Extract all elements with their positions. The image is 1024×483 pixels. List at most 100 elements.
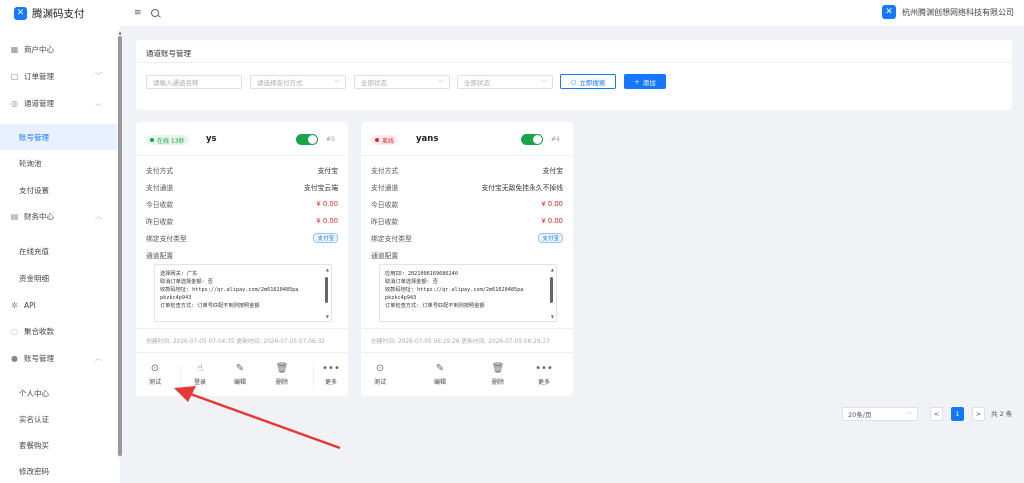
sidebar-item-label: API [24, 300, 36, 310]
scroll-down-icon[interactable]: ▼ [551, 314, 554, 319]
action-label: 编辑 [433, 379, 446, 386]
chevron-down-icon: ﹀ [437, 79, 444, 87]
select-value: 20条/页 [848, 411, 872, 419]
chevron-down-icon: ﹀ [95, 72, 102, 80]
page-1-button[interactable]: 1 [951, 407, 964, 421]
row-value: ¥ 0.00 [541, 200, 563, 208]
channel-name-input[interactable]: 请输入通道名称 [146, 75, 242, 89]
row-label: 绑定支付类型 [371, 235, 412, 243]
enable-toggle[interactable] [521, 134, 543, 145]
sidebar-item-channels[interactable]: ◎ 通道管理 ︿ [0, 90, 120, 116]
card-actions: ⊙ 测试 ✎ 编辑 🗑 删除 ••• 更多 [361, 360, 573, 390]
chevron-up-icon: ︿ [95, 99, 102, 107]
sidebar-item-realname[interactable]: 实名认证 [0, 406, 120, 432]
sidebar-item-merchant-center[interactable]: ▦ 商户中心 [0, 36, 120, 62]
action-label: 测试 [148, 379, 161, 386]
company-info[interactable]: ✕ 杭州腾渊创想网络科技有限公司 [882, 5, 1014, 19]
menu-toggle-icon[interactable]: ≡ [134, 8, 142, 18]
search-icon[interactable] [150, 9, 159, 17]
sidebar-item-aggregate[interactable]: ◌ 聚合收款 [0, 318, 120, 344]
top-bar: ✕ 腾渊码支付 ≡ ✕ 杭州腾渊创想网络科技有限公司 [0, 0, 1024, 26]
sidebar-item-password[interactable]: 修改密码 [0, 458, 120, 483]
chevron-down-icon: ﹀ [333, 79, 340, 87]
prev-page-button[interactable]: < [930, 407, 943, 421]
delete-button[interactable]: 🗑 删除 [481, 363, 515, 386]
card-header: 离线 yans #4 [361, 122, 573, 156]
row-config: 通道配置 [371, 249, 563, 261]
row-value: ¥ 0.00 [316, 217, 338, 225]
row-value: 支付宝云端 [304, 184, 338, 192]
edit-button[interactable]: ✎ 编辑 [223, 363, 257, 386]
filter-panel: 通道账号管理 请输入通道名称 请选择支付方式 ﹀ 全部状态 ﹀ 全部状态 ﹀ ○ 立即搜… [136, 40, 1012, 110]
sidebar-item-recharge[interactable]: 在线充值 [0, 238, 120, 264]
row-label: 昨日收款 [371, 218, 399, 226]
sidebar-item-label: 商户中心 [24, 44, 54, 54]
brand-logo[interactable]: ✕ 腾渊码支付 [0, 6, 120, 21]
pay-method-select[interactable]: 请选择支付方式 ﹀ [250, 75, 346, 89]
sidebar-item-label: 修改密码 [19, 466, 49, 476]
sidebar-item-label: 聚合收款 [24, 326, 54, 336]
more-button[interactable]: ••• 更多 [314, 363, 348, 386]
login-button[interactable]: ☝ 登录 [183, 363, 217, 386]
search-button[interactable]: ○ 立即搜索 [560, 74, 616, 89]
sidebar-scrollbar-thumb[interactable] [118, 36, 122, 456]
sidebar-item-pay-settings[interactable]: 支付设置 [0, 177, 120, 203]
sidebar-item-package[interactable]: 套餐购买 [0, 432, 120, 458]
chevron-up-icon: ︿ [95, 354, 102, 362]
row-label: 通道配置 [371, 252, 399, 260]
add-button[interactable]: + 添加 [624, 74, 666, 89]
config-line: pkzkc4p943 [385, 295, 417, 301]
config-scrollbar-thumb[interactable] [325, 277, 328, 303]
config-textarea[interactable]: 应用ID: 2021006169686240 取消订单选择金额: 否 收款码地址… [379, 264, 557, 322]
delete-button[interactable]: 🗑 删除 [265, 363, 299, 386]
scroll-up-icon[interactable]: ▲ [117, 30, 123, 35]
sidebar-item-fund-details[interactable]: 资金明细 [0, 265, 120, 291]
config-line: 订单检查方式: 订单号匹配不到则按照金额 [160, 303, 260, 309]
row-pay-channel: 支付通道 支付宝无敌免挂永久不掉线 [371, 181, 563, 193]
config-scrollbar-thumb[interactable] [550, 277, 553, 303]
button-label: 立即搜索 [579, 78, 606, 87]
row-pay-channel: 支付通道 支付宝云端 [146, 181, 338, 193]
status-select-1[interactable]: 全部状态 ﹀ [354, 75, 450, 89]
edit-icon: ✎ [435, 363, 445, 374]
page-size-select[interactable]: 20条/页 ﹀ [842, 407, 918, 421]
search-icon: ○ [570, 77, 577, 86]
sidebar-item-accounts[interactable]: 账号管理 [0, 124, 120, 150]
scroll-up-icon[interactable]: ▲ [326, 267, 329, 272]
settings-icon: ◎ [11, 98, 18, 108]
more-button[interactable]: ••• 更多 [527, 363, 561, 386]
chevron-right-icon: > [975, 410, 982, 418]
row-pay-method: 支付方式 支付宝 [146, 164, 338, 176]
enable-toggle[interactable] [296, 134, 318, 145]
config-line: 收款码地址: https://qr.alipay.com/2m61620485p… [160, 287, 299, 293]
config-line: 应用ID: 2021006169686240 [385, 271, 458, 277]
scroll-down-icon[interactable]: ▼ [326, 314, 329, 319]
sidebar-item-personal[interactable]: 个人中心 [0, 380, 120, 406]
sidebar-item-label: 支付设置 [19, 185, 49, 195]
channel-id: #4 [551, 136, 560, 143]
config-line: 取消订单选择金额: 否 [160, 279, 213, 285]
channel-card: 在线 13秒 ys #5 支付方式 支付宝 支付通道 支付宝云端 今日收款 ¥ 0.0… [136, 122, 348, 396]
sidebar-item-polling-pool[interactable]: 轮询池 [0, 150, 120, 176]
config-line: pkzkc4p943 [160, 295, 192, 301]
brand-name: 腾渊码支付 [32, 7, 85, 20]
test-button[interactable]: ⊙ 测试 [363, 363, 397, 386]
action-label: 登录 [193, 379, 206, 386]
aggregate-icon: ◌ [11, 326, 18, 336]
sidebar-item-finance[interactable]: ▤ 财务中心 ︿ [0, 203, 120, 229]
sidebar-item-orders[interactable]: ▢ 订单管理 ﹀ [0, 63, 120, 89]
play-circle-icon: ⊙ [375, 363, 385, 374]
test-button[interactable]: ⊙ 测试 [138, 363, 172, 386]
config-textarea[interactable]: 选择网关: 广东 取消订单选择金额: 否 收款码地址: https://qr.a… [154, 264, 332, 322]
scroll-up-icon[interactable]: ▲ [551, 267, 554, 272]
row-label: 今日收款 [371, 201, 399, 209]
arrow-shaft [184, 390, 341, 450]
status-dot-icon [150, 138, 154, 142]
chevron-left-icon: < [933, 410, 940, 418]
row-config: 通道配置 [146, 249, 338, 261]
status-select-2[interactable]: 全部状态 ﹀ [457, 75, 553, 89]
next-page-button[interactable]: > [972, 407, 985, 421]
sidebar-item-api[interactable]: ✲ API [0, 292, 120, 318]
edit-button[interactable]: ✎ 编辑 [423, 363, 457, 386]
sidebar-item-account-mgmt[interactable]: ● 账号管理 ︿ [0, 345, 120, 371]
